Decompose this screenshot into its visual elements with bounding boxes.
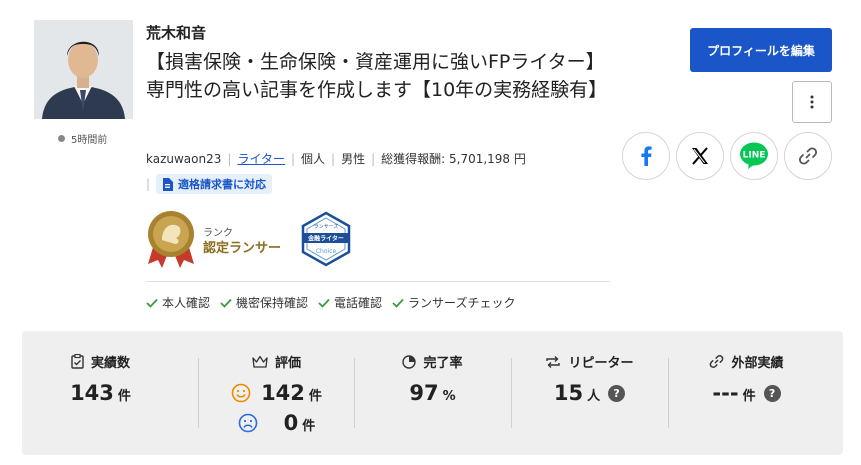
smile-face-icon <box>231 383 251 403</box>
share-facebook-button[interactable] <box>622 132 670 180</box>
stat-value-row: 143 件 <box>22 381 179 405</box>
stat-value-row: 97 % <box>354 381 511 405</box>
pie-chart-icon <box>402 354 417 369</box>
meta-divider: | <box>290 151 296 166</box>
document-icon <box>163 177 173 191</box>
verification-list: 本人確認 機密保持確認 電話確認 ランサーズチェック <box>146 294 515 311</box>
role-link[interactable]: ライター <box>237 150 285 167</box>
total-reward: 総獲得報酬: 5,701,198 円 <box>381 152 526 166</box>
meta-divider: | <box>146 177 151 191</box>
share-link-button[interactable] <box>784 132 832 180</box>
more-options-button[interactable] <box>792 81 832 123</box>
section-divider <box>146 281 610 282</box>
sad-face-icon <box>238 413 257 433</box>
link-icon <box>798 147 818 165</box>
verification-label: ランサーズチェック <box>408 296 516 310</box>
stat-label: リピーター <box>568 356 634 371</box>
rating-good-value: 142 <box>261 381 305 405</box>
choice-badge-top: ランサーズ <box>314 223 339 230</box>
stat-header: リピーター <box>511 352 668 371</box>
stat-achievements: 実績数 143 件 <box>22 331 179 455</box>
facebook-icon <box>641 146 652 166</box>
x-logo-icon <box>692 147 708 165</box>
stat-value: 15 <box>553 381 584 405</box>
clipboard-check-icon <box>71 354 84 369</box>
check-icon <box>146 298 158 308</box>
verification-item: 電話確認 <box>318 294 382 311</box>
verification-item: 機密保持確認 <box>220 294 308 311</box>
gender: 男性 <box>341 152 366 166</box>
meta-divider: | <box>331 151 336 166</box>
check-icon <box>392 298 404 308</box>
crown-icon <box>252 355 268 368</box>
line-label: LINE <box>743 151 766 161</box>
check-icon <box>220 298 232 308</box>
stats-panel: 実績数 143 件 評価 142 件 0 件 完了率 97 % リピーター 15… <box>22 331 843 455</box>
lancers-choice-badge-icon: ランサーズ 金融ライター Choice <box>298 211 354 267</box>
check-icon <box>318 298 330 308</box>
verification-label: 電話確認 <box>334 296 383 310</box>
stat-unit: 件 <box>117 389 131 404</box>
verification-item: 本人確認 <box>146 294 210 311</box>
stat-unit: % <box>442 389 456 404</box>
verification-label: 本人確認 <box>162 296 211 310</box>
account-type: 個人 <box>301 152 326 166</box>
status-dot-icon <box>58 135 65 142</box>
profile-name: 荒木和音 <box>146 24 207 42</box>
stat-rating: 評価 142 件 0 件 <box>198 331 355 455</box>
stat-label: 評価 <box>274 356 301 371</box>
stat-header: 実績数 <box>22 352 179 371</box>
help-icon[interactable]: ? <box>763 384 781 402</box>
rating-bad-value: 0 <box>283 411 299 435</box>
stat-repeaters: リピーター 15 人 ? <box>511 331 668 455</box>
stat-value: 97 <box>409 381 439 405</box>
stat-unit: 人 <box>587 389 601 404</box>
choice-badge-mid: 金融ライター <box>307 235 344 243</box>
stat-header: 評価 <box>198 352 355 371</box>
stat-label: 完了率 <box>423 356 463 371</box>
stat-header: 完了率 <box>354 352 511 371</box>
stat-completion: 完了率 97 % <box>354 331 511 455</box>
rating-good-row: 142 件 <box>198 381 355 405</box>
stat-unit: 件 <box>308 389 322 404</box>
stat-label: 外部実績 <box>731 356 784 371</box>
invoice-badge: 適格請求書に対応 <box>156 174 272 194</box>
stat-unit: 件 <box>742 389 756 404</box>
stat-value: 143 <box>70 381 114 405</box>
stat-label: 実績数 <box>90 356 130 371</box>
rank-name: 認定ランサー <box>203 241 282 256</box>
meta-divider: | <box>371 151 376 166</box>
edit-profile-button[interactable]: プロフィールを編集 <box>690 28 832 72</box>
certified-lancer-medal-icon <box>146 210 196 268</box>
stat-external: 外部実績 --- 件 ? <box>668 331 825 455</box>
repeat-icon <box>546 355 561 368</box>
stat-value-row: --- 件 ? <box>668 381 825 405</box>
stat-value: --- <box>712 381 739 405</box>
kebab-vertical-icon <box>810 95 814 109</box>
meta-divider: | <box>227 151 232 166</box>
status-time: 5時間前 <box>71 135 108 146</box>
share-x-button[interactable] <box>676 132 724 180</box>
online-status: 5時間前 <box>58 131 107 146</box>
share-line-button[interactable]: LINE <box>730 132 778 180</box>
line-icon: LINE <box>740 142 768 169</box>
profile-meta: kazuwaon23 | ライター | 個人 | 男性 | 総獲得報酬: 5,7… <box>146 150 526 167</box>
help-icon[interactable]: ? <box>608 384 626 402</box>
profile-avatar <box>34 20 133 119</box>
username: kazuwaon23 <box>146 151 222 166</box>
profile-catchphrase: 【損害保険・生命保険・資産運用に強いFPライター】専門性の高い記事を作成します【… <box>146 51 608 101</box>
stat-value-row: 15 人 ? <box>511 381 668 405</box>
verification-item: ランサーズチェック <box>392 294 515 311</box>
stat-header: 外部実績 <box>668 352 825 371</box>
verification-label: 機密保持確認 <box>236 296 309 310</box>
invoice-badge-label: 適格請求書に対応 <box>178 178 266 191</box>
stat-unit: 件 <box>302 419 316 434</box>
rating-bad-row: 0 件 <box>198 411 355 435</box>
link-icon <box>710 355 724 368</box>
choice-badge-bottom: Choice <box>316 248 337 255</box>
